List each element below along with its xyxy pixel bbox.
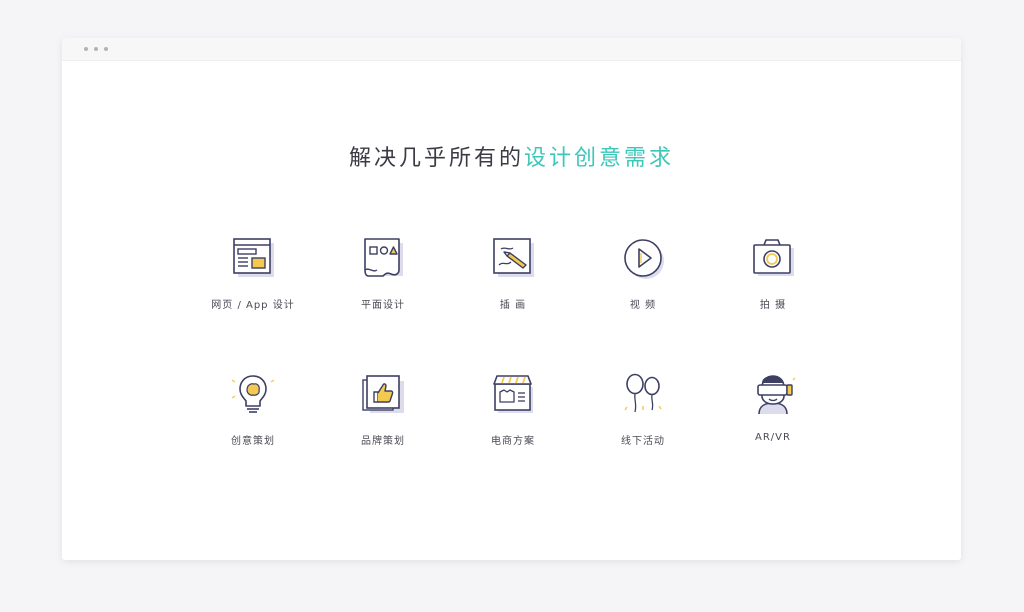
headline-prefix: 解决几乎所有的: [348, 146, 524, 171]
service-label: AR/VR: [755, 432, 791, 443]
service-item-graphic-design[interactable]: 平面设计: [328, 234, 438, 311]
page-headline: 解决几乎所有的设计创意需求: [62, 140, 961, 172]
service-label: 线下活动: [621, 436, 665, 447]
vr-headset-icon: [757, 375, 796, 415]
scroll-shapes-icon: [364, 238, 403, 277]
headline-highlight: 设计创意需求: [524, 146, 675, 171]
browser-window: 解决几乎所有的设计创意需求 网页 / App 设计 平面设计 插 画 视 频 拍…: [62, 38, 961, 560]
service-item-creative-planning[interactable]: 创意策划: [198, 370, 308, 447]
service-label: 品牌策划: [361, 436, 405, 447]
service-label: 平面设计: [361, 300, 405, 311]
service-item-photography[interactable]: 拍 摄: [718, 234, 828, 311]
service-item-ecommerce[interactable]: 电商方案: [458, 370, 568, 447]
window-control-dot[interactable]: [94, 47, 98, 51]
lightbulb-brain-icon: [231, 375, 275, 413]
camera-icon: [753, 239, 794, 276]
service-item-video[interactable]: 视 频: [588, 234, 698, 311]
service-label: 视 频: [629, 300, 657, 311]
play-circle-icon: [624, 239, 664, 279]
pencil-illustration-icon: [493, 238, 534, 277]
service-item-ar-vr[interactable]: AR/VR: [718, 370, 828, 443]
service-label: 电商方案: [491, 436, 535, 447]
service-item-web-app[interactable]: 网页 / App 设计: [198, 234, 308, 311]
thumbs-up-card-icon: [362, 375, 404, 413]
service-label: 插 画: [499, 300, 527, 311]
webpage-icon: [233, 238, 274, 277]
window-titlebar: [62, 38, 961, 61]
service-label: 创意策划: [231, 436, 275, 447]
storefront-icon: [493, 375, 533, 413]
balloons-icon: [624, 373, 662, 413]
service-label: 拍 摄: [759, 300, 787, 311]
service-item-illustration[interactable]: 插 画: [458, 234, 568, 311]
window-controls[interactable]: [84, 47, 108, 51]
service-item-brand-planning[interactable]: 品牌策划: [328, 370, 438, 447]
window-control-dot[interactable]: [84, 47, 88, 51]
service-item-offline-events[interactable]: 线下活动: [588, 370, 698, 447]
service-label: 网页 / App 设计: [211, 300, 295, 311]
window-control-dot[interactable]: [104, 47, 108, 51]
